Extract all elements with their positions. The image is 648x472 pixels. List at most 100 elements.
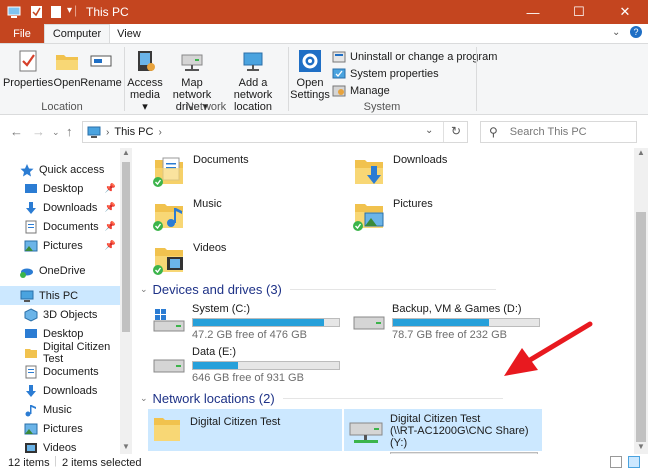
scroll-down-icon[interactable]: ▼ bbox=[122, 442, 130, 451]
help-icon[interactable]: ? bbox=[630, 26, 642, 38]
collapse-ribbon-icon[interactable]: ⌄ bbox=[612, 27, 620, 38]
properties-check-icon[interactable] bbox=[30, 5, 43, 19]
selected-count: 2 items selected bbox=[62, 457, 142, 469]
system-properties-button[interactable]: System properties bbox=[332, 65, 439, 82]
address-dropdown-icon[interactable]: ⌄ bbox=[425, 125, 433, 136]
large-icons-view-icon[interactable] bbox=[628, 456, 640, 468]
drive-e[interactable]: Data (E:) 646 GB free of 931 GB bbox=[152, 346, 340, 384]
folder-name: Documents bbox=[193, 154, 249, 166]
breadcrumb-chevron-icon[interactable]: › bbox=[158, 127, 161, 138]
properties-button[interactable]: Properties bbox=[3, 48, 53, 89]
nav-quick-access[interactable]: Quick access bbox=[0, 160, 120, 179]
content-pane[interactable]: Documents Downloads Music Pictures Video… bbox=[132, 148, 634, 461]
tab-file[interactable]: File bbox=[0, 24, 44, 43]
folder-pictures[interactable]: Pictures bbox=[353, 198, 433, 234]
minimize-button[interactable]: — bbox=[510, 0, 556, 24]
navigation-pane[interactable]: Quick access Desktop 📌 Downloads 📌 Docum… bbox=[0, 148, 120, 454]
nav-pictures-pinned[interactable]: Pictures 📌 bbox=[0, 236, 120, 255]
uninstall-program-button[interactable]: Uninstall or change a program bbox=[332, 48, 497, 65]
nav-documents[interactable]: Documents bbox=[0, 362, 120, 381]
scroll-down-icon[interactable]: ▼ bbox=[637, 442, 645, 451]
nav-this-pc[interactable]: This PC bbox=[0, 286, 120, 305]
ribbon-separator bbox=[476, 47, 477, 111]
search-input[interactable]: ⚲ Search This PC bbox=[480, 121, 637, 143]
title-bar[interactable]: ▾ | This PC — ☐ ✕ bbox=[0, 0, 648, 24]
nav-music[interactable]: Music bbox=[0, 400, 120, 419]
music-icon bbox=[25, 404, 36, 416]
nav-pictures[interactable]: Pictures bbox=[0, 419, 120, 438]
new-folder-quick-icon[interactable] bbox=[50, 5, 62, 19]
nav-digital-citizen-test[interactable]: Digital Citizen Test bbox=[0, 341, 120, 365]
recent-locations-chevron-icon[interactable]: ⌄ bbox=[52, 127, 60, 138]
drive-usage-fill bbox=[193, 319, 325, 326]
drive-c[interactable]: System (C:) 47.2 GB free of 476 GB bbox=[152, 303, 340, 341]
address-bar[interactable]: › This PC › ⌄ ↻ bbox=[82, 121, 468, 143]
scroll-up-icon[interactable]: ▲ bbox=[122, 148, 130, 157]
network-heading: Network locations (2) bbox=[152, 391, 275, 406]
nav-scroll-thumb[interactable] bbox=[122, 162, 130, 332]
open-folder-icon bbox=[56, 55, 78, 70]
nav-3d-objects[interactable]: 3D Objects bbox=[0, 305, 120, 324]
open-settings-button[interactable]: Open Settings bbox=[290, 48, 330, 101]
network-item-folder[interactable]: Digital Citizen Test bbox=[148, 409, 342, 451]
up-arrow-icon[interactable]: ↑ bbox=[66, 124, 73, 139]
close-button[interactable]: ✕ bbox=[602, 0, 648, 24]
downloads-folder-icon bbox=[355, 160, 383, 184]
nav-item-label: Downloads bbox=[43, 384, 98, 397]
folder-music[interactable]: Music bbox=[153, 198, 222, 234]
nav-documents-pinned[interactable]: Documents 📌 bbox=[0, 217, 120, 236]
folder-videos[interactable]: Videos bbox=[153, 242, 226, 278]
content-scrollbar[interactable]: ▲ ▼ bbox=[634, 148, 648, 454]
pin-icon: 📌 bbox=[104, 221, 116, 231]
cloud-icon bbox=[20, 268, 33, 278]
folder-documents[interactable]: Documents bbox=[153, 154, 249, 190]
pin-icon: 📌 bbox=[104, 202, 116, 212]
collapse-chevron-icon[interactable]: ⌄ bbox=[140, 393, 148, 404]
nav-downloads-pinned[interactable]: Downloads 📌 bbox=[0, 198, 120, 217]
drive-name: Data (E:) bbox=[192, 346, 237, 358]
collapse-chevron-icon[interactable]: ⌄ bbox=[140, 284, 148, 295]
star-icon bbox=[20, 163, 34, 176]
computer-icon bbox=[87, 126, 101, 138]
forward-arrow-icon[interactable]: → bbox=[32, 124, 45, 139]
manage-button[interactable]: Manage bbox=[332, 82, 390, 99]
quick-access-dropdown-icon[interactable]: ▾ bbox=[67, 5, 72, 16]
folder-downloads[interactable]: Downloads bbox=[353, 154, 447, 190]
folder-icon bbox=[25, 348, 37, 358]
open-button[interactable]: Open bbox=[52, 48, 82, 89]
devices-heading: Devices and drives (3) bbox=[152, 282, 282, 297]
nav-onedrive[interactable]: OneDrive bbox=[0, 261, 120, 280]
maximize-button[interactable]: ☐ bbox=[556, 0, 602, 24]
pin-icon: 📌 bbox=[104, 183, 116, 193]
tab-computer[interactable]: Computer bbox=[44, 24, 110, 43]
refresh-icon[interactable]: ↻ bbox=[451, 124, 461, 138]
devices-section-header[interactable]: ⌄ Devices and drives (3) bbox=[140, 282, 496, 297]
drive-free-space: 47.2 GB free of 476 GB bbox=[192, 329, 307, 341]
scroll-up-icon[interactable]: ▲ bbox=[637, 148, 645, 157]
gear-icon bbox=[299, 50, 321, 72]
nav-scrollbar[interactable]: ▲ ▼ bbox=[120, 148, 132, 454]
nav-item-label: Quick access bbox=[39, 163, 105, 176]
nav-item-label: Pictures bbox=[43, 422, 83, 435]
annotation-arrow-shaft bbox=[527, 321, 593, 363]
nav-downloads[interactable]: Downloads bbox=[0, 381, 120, 400]
details-view-icon[interactable] bbox=[610, 456, 622, 468]
content-scroll-thumb[interactable] bbox=[636, 212, 646, 442]
section-divider bbox=[289, 289, 496, 290]
breadcrumb-this-pc[interactable]: This PC bbox=[114, 126, 153, 138]
breadcrumb-chevron-icon[interactable]: › bbox=[106, 127, 109, 138]
system-properties-label: System properties bbox=[350, 67, 439, 80]
desktop-icon bbox=[25, 183, 37, 193]
tab-view[interactable]: View bbox=[110, 24, 148, 43]
drive-usage-fill bbox=[193, 362, 239, 369]
network-item-drive[interactable]: Digital Citizen Test (\\RT-AC1200G\CNC S… bbox=[344, 409, 542, 461]
documents-icon bbox=[25, 220, 37, 233]
nav-item-label: Videos bbox=[43, 441, 77, 454]
rename-button[interactable]: Rename bbox=[80, 48, 122, 89]
network-section-header[interactable]: ⌄ Network locations (2) bbox=[140, 391, 503, 406]
back-arrow-icon[interactable]: ← bbox=[10, 124, 23, 139]
system-group-label: System bbox=[363, 101, 401, 113]
computer-icon bbox=[20, 290, 34, 302]
pin-icon: 📌 bbox=[104, 240, 116, 250]
nav-desktop-pinned[interactable]: Desktop 📌 bbox=[0, 179, 120, 198]
